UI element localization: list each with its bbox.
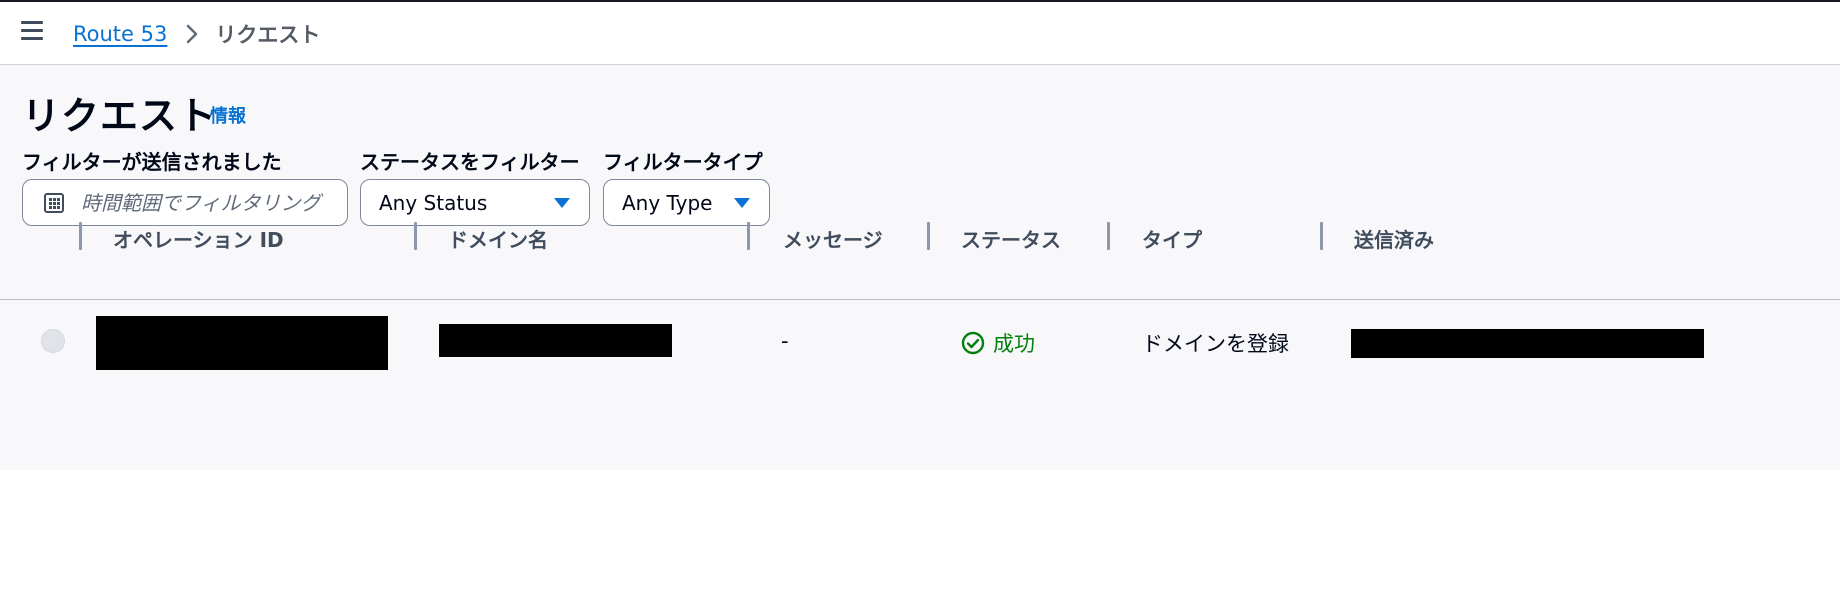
column-resizer[interactable] (414, 222, 417, 250)
chevron-right-icon (185, 23, 199, 45)
redacted-operation-id (96, 316, 388, 370)
submitted-filter-label: フィルターが送信されました (22, 150, 282, 174)
column-header-message[interactable]: メッセージ (783, 224, 883, 253)
column-header-type[interactable]: タイプ (1142, 224, 1202, 253)
caret-down-icon (734, 198, 750, 208)
success-check-icon (961, 331, 985, 355)
row-select-radio[interactable] (41, 329, 65, 353)
breadcrumb: Route 53 リクエスト (73, 20, 320, 48)
status-filter-label: ステータスをフィルター (360, 150, 580, 174)
breadcrumb-current: リクエスト (215, 23, 321, 47)
column-header-operation-id[interactable]: オペレーション ID (113, 224, 284, 253)
calendar-icon (44, 192, 64, 213)
hamburger-menu-icon[interactable] (20, 20, 46, 42)
redacted-domain-name (439, 324, 672, 357)
page-title: リクエスト (22, 94, 218, 138)
info-link[interactable]: 情報 (210, 102, 246, 128)
date-range-input[interactable] (81, 190, 341, 215)
column-resizer[interactable] (747, 222, 750, 250)
type-filter-value: Any Type (622, 190, 713, 215)
type-filter-select[interactable]: Any Type (603, 179, 770, 226)
column-resizer[interactable] (1107, 222, 1110, 250)
status-filter-value: Any Status (379, 190, 488, 215)
type-filter-label: フィルタータイプ (603, 150, 763, 174)
status-filter-select[interactable]: Any Status (360, 179, 590, 226)
status-cell: 成功 (961, 328, 1035, 358)
type-cell: ドメインを登録 (1142, 332, 1289, 356)
main-content: リクエスト 情報 フィルターが送信されました ステータスをフィルター フィルター… (0, 65, 1840, 470)
column-header-status[interactable]: ステータス (961, 224, 1061, 253)
table-header: オペレーション ID ドメイン名 メッセージ ステータス タイプ 送信済み (0, 222, 1840, 258)
column-header-domain[interactable]: ドメイン名 (448, 224, 548, 253)
column-header-submitted[interactable]: 送信済み (1354, 224, 1434, 253)
status-text: 成功 (993, 332, 1035, 356)
column-resizer[interactable] (927, 222, 930, 250)
top-bar: Route 53 リクエスト (0, 0, 1840, 65)
caret-down-icon (554, 198, 570, 208)
redacted-submitted-date (1351, 329, 1704, 358)
breadcrumb-route53-link[interactable]: Route 53 (73, 22, 167, 46)
date-range-filter[interactable] (22, 179, 348, 226)
message-cell: - (781, 329, 789, 353)
column-resizer[interactable] (1320, 222, 1323, 250)
column-resizer[interactable] (79, 222, 82, 250)
table-row: - 成功 ドメインを登録 (0, 300, 1840, 380)
